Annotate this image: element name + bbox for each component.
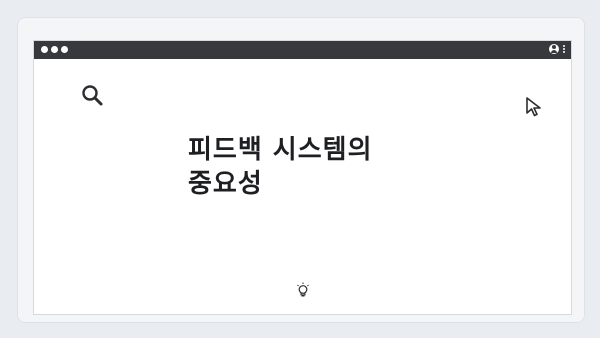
window-titlebar <box>34 41 571 59</box>
lightbulb-icon <box>297 282 309 297</box>
cursor-arrow-icon <box>526 97 541 117</box>
window-content: 피드백 시스템의 중요성 <box>34 59 571 314</box>
kebab-menu-icon[interactable] <box>563 45 565 53</box>
minimize-dot-icon[interactable] <box>51 46 58 53</box>
title-line-1: 피드백 시스템의 <box>188 135 373 165</box>
title-line-2: 중요성 <box>188 169 263 199</box>
window-controls <box>41 46 68 53</box>
user-icon[interactable] <box>549 44 559 54</box>
browser-window: 피드백 시스템의 중요성 <box>33 40 572 315</box>
page-title: 피드백 시스템의 중요성 <box>188 133 448 201</box>
maximize-dot-icon[interactable] <box>61 46 68 53</box>
search-icon[interactable] <box>80 83 106 109</box>
titlebar-actions <box>549 44 565 54</box>
close-dot-icon[interactable] <box>41 46 48 53</box>
